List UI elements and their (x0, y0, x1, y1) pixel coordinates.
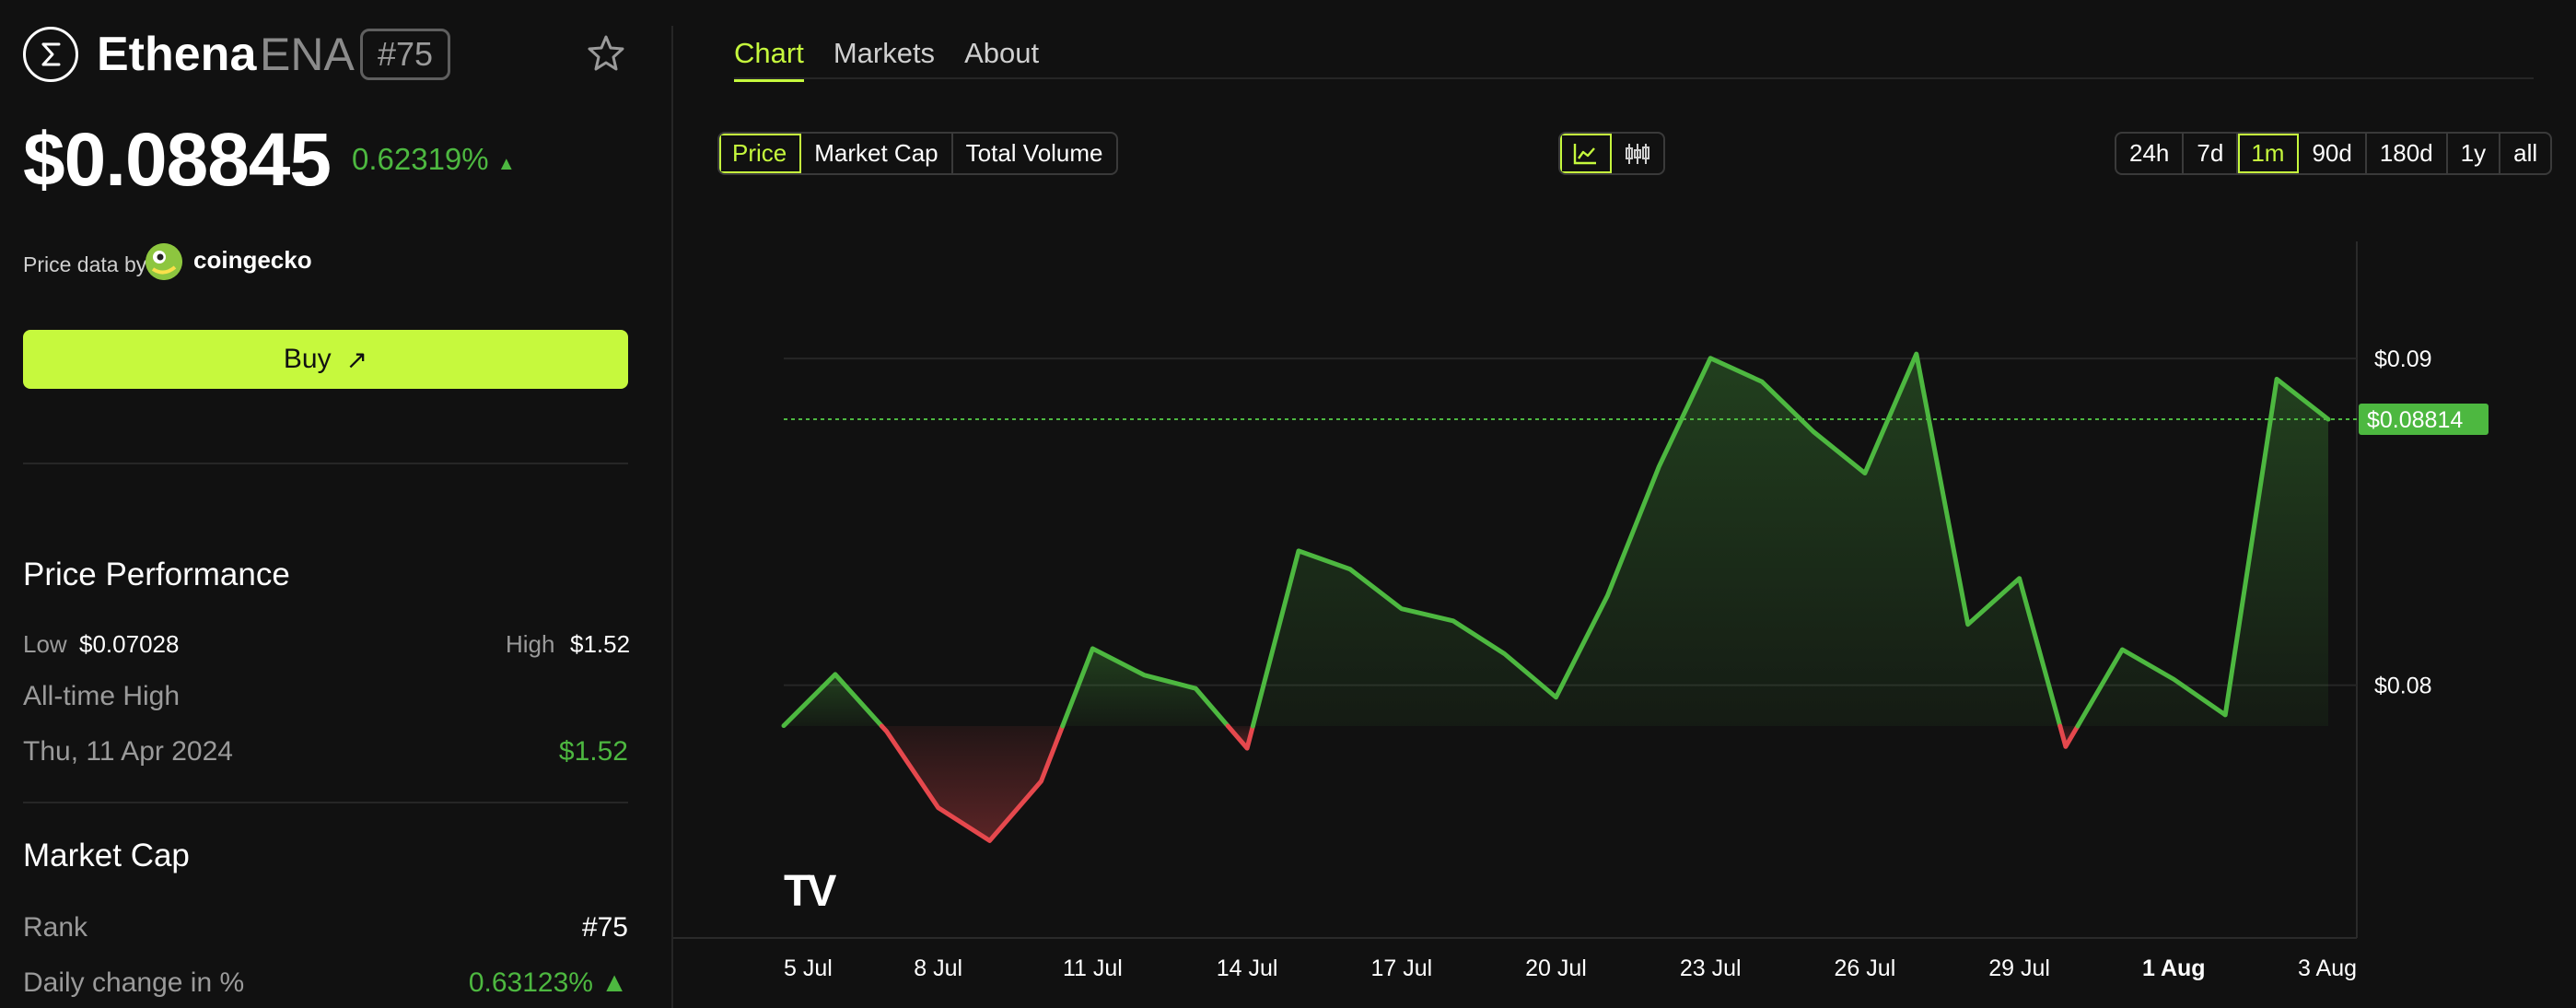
provider-name[interactable]: coingecko (193, 244, 312, 275)
current-price: $0.08845 (23, 118, 332, 202)
metric-selector: Price Market Cap Total Volume (717, 132, 1118, 175)
tab-chart[interactable]: Chart (734, 33, 804, 82)
tab-about[interactable]: About (964, 33, 1039, 74)
time-range-selector: 24h 7d 1m 90d 180d 1y all (2115, 132, 2553, 175)
chart-panel: Chart Markets About Price Market Cap Tot… (673, 0, 2576, 1008)
range-180d-button[interactable]: 180d (2367, 134, 2448, 173)
ath-date: Thu, 11 Apr 2024 (23, 736, 233, 767)
external-arrow-icon: ↗ (345, 345, 368, 374)
buy-button-label: Buy (283, 344, 332, 374)
token-name: Ethena (97, 28, 257, 81)
range-24h-button[interactable]: 24h (2116, 134, 2185, 173)
candlestick-icon[interactable] (1612, 134, 1663, 173)
tab-underline-divider (734, 77, 2534, 79)
range-all-button[interactable]: all (2500, 134, 2550, 173)
x-tick-label: 26 Jul (1835, 955, 1896, 981)
y-tick-label: $0.08 (2374, 674, 2432, 699)
area-fill-up (1253, 354, 2060, 726)
high-label: High (506, 630, 555, 658)
y-tick-label: $0.09 (2374, 346, 2432, 372)
token-symbol: ENA (260, 29, 355, 80)
price-change: 0.62319% ▲ (352, 140, 516, 183)
range-1y-button[interactable]: 1y (2448, 134, 2501, 173)
current-price-label: $0.08814 (2367, 407, 2463, 433)
daily-change-label: Daily change in % (23, 967, 245, 998)
coingecko-logo-icon (146, 243, 182, 280)
x-tick-label: 23 Jul (1680, 955, 1742, 981)
tab-bar: Chart Markets About (734, 33, 1039, 82)
ath-value: $1.52 (558, 736, 628, 767)
metric-market-cap-button[interactable]: Market Cap (801, 134, 953, 173)
x-tick-label: 11 Jul (1063, 955, 1123, 981)
up-arrow-icon: ▲ (496, 154, 516, 174)
line-chart-icon[interactable] (1560, 134, 1612, 173)
rank-badge: #75 (360, 29, 451, 80)
market-cap-title: Market Cap (23, 838, 190, 873)
price-chart[interactable]: $0.08 $0.09 $0.08814 5 Jul 8 Jul 11 Jul 14 Jul… (673, 230, 2576, 986)
metric-total-volume-button[interactable]: Total Volume (953, 134, 1116, 173)
x-tick-label: 20 Jul (1525, 955, 1587, 981)
rank-label: Rank (23, 912, 88, 943)
buy-button[interactable]: Buy ↗ (23, 330, 628, 389)
low-value: $0.07028 (79, 630, 180, 658)
area-fill-up (784, 674, 882, 726)
divider (23, 463, 628, 464)
ethena-logo-icon (23, 27, 78, 82)
tab-markets[interactable]: Markets (833, 33, 935, 74)
high-value: $1.52 (570, 630, 631, 658)
daily-change-value: 0.63123% ▲ (468, 967, 628, 998)
chart-type-selector (1558, 132, 1665, 175)
range-7d-button[interactable]: 7d (2184, 134, 2239, 173)
x-tick-label: 8 Jul (914, 955, 962, 981)
rank-value: #75 (581, 912, 628, 943)
coin-summary-panel: Ethena ENA #75 $0.08845 0.62319% ▲ Price… (0, 0, 672, 1008)
watchlist-star-icon[interactable] (583, 30, 629, 76)
ath-label: All-time High (23, 681, 181, 711)
x-tick-label: 3 Aug (2298, 955, 2357, 981)
area-fill-down (881, 725, 1063, 841)
divider (23, 802, 628, 803)
range-1m-button[interactable]: 1m (2238, 134, 2300, 173)
x-tick-label: 17 Jul (1370, 955, 1432, 981)
price-performance-title: Price Performance (23, 557, 290, 592)
x-tick-label: 29 Jul (1988, 955, 2050, 981)
x-tick-label: 1 Aug (2142, 955, 2206, 981)
x-tick-label: 14 Jul (1217, 955, 1278, 981)
price-change-value: 0.62319% (352, 142, 489, 176)
area-fill-up (2077, 379, 2328, 726)
tradingview-logo-icon: TV (784, 867, 836, 916)
metric-price-button[interactable]: Price (719, 134, 802, 173)
price-data-label: Price data by (23, 252, 147, 276)
range-90d-button[interactable]: 90d (2299, 134, 2367, 173)
low-label: Low (23, 630, 67, 658)
x-tick-label: 5 Jul (784, 955, 833, 981)
